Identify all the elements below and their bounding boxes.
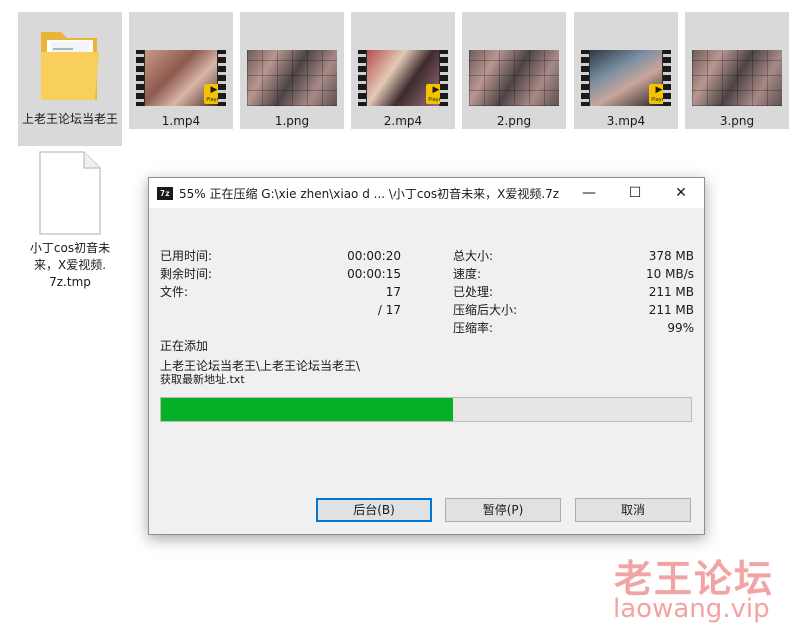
file-label: 3.png bbox=[719, 114, 755, 128]
7zip-app-icon: 7z bbox=[157, 186, 173, 200]
explorer-item-folder[interactable]: 上老王论坛当老王 bbox=[18, 12, 122, 146]
progress-bar bbox=[160, 397, 692, 422]
image-thumbnail bbox=[247, 50, 337, 106]
video-thumbnail: ▶ Player bbox=[581, 50, 671, 106]
progress-bar-fill bbox=[161, 398, 453, 421]
total-size-value: 378 MB bbox=[648, 249, 694, 263]
file-label: 2.mp4 bbox=[383, 114, 423, 128]
explorer-item-1-mp4[interactable]: ▶ Player 1.mp4 bbox=[129, 12, 233, 129]
explorer-item-1-png[interactable]: 1.png bbox=[240, 12, 344, 129]
files-total-value: / 17 bbox=[377, 303, 401, 317]
files-label: 文件: bbox=[160, 285, 189, 299]
file-label: 1.mp4 bbox=[161, 114, 201, 128]
compression-dialog: 7z 55% 正在压缩 G:\xie zhen\xiao d ... \小丁co… bbox=[148, 177, 705, 535]
explorer-item-3-png[interactable]: 3.png bbox=[685, 12, 789, 129]
image-thumbnail bbox=[469, 50, 559, 106]
close-button[interactable]: ✕ bbox=[658, 178, 704, 208]
image-thumbnail bbox=[692, 50, 782, 106]
processed-value: 211 MB bbox=[648, 285, 694, 299]
player-badge-icon: ▶ Player bbox=[204, 84, 224, 104]
compression-ratio-value: 99% bbox=[667, 321, 694, 335]
explorer-item-temp-file[interactable]: 小丁cos初音未 来，X爱视频. 7z.tmp bbox=[18, 150, 122, 291]
elapsed-time-label: 已用时间: bbox=[160, 249, 213, 263]
title-bar[interactable]: 7z 55% 正在压缩 G:\xie zhen\xiao d ... \小丁co… bbox=[149, 178, 704, 208]
explorer-item-2-png[interactable]: 2.png bbox=[462, 12, 566, 129]
file-label: 3.mp4 bbox=[606, 114, 646, 128]
dialog-content: 已用时间: 00:00:20 剩余时间: 00:00:15 文件: 17 / 1… bbox=[149, 208, 704, 535]
explorer-item-3-mp4[interactable]: ▶ Player 3.mp4 bbox=[574, 12, 678, 129]
blank-file-icon bbox=[39, 151, 101, 235]
file-label: 小丁cos初音未 来，X爱视频. 7z.tmp bbox=[29, 241, 111, 289]
elapsed-time-value: 00:00:20 bbox=[347, 249, 401, 263]
pause-button[interactable]: 暂停(P) bbox=[445, 498, 561, 522]
minimize-button[interactable]: — bbox=[566, 178, 612, 208]
current-file-path: 上老王论坛当老王\上老王论坛当老王\ bbox=[160, 359, 361, 373]
speed-label: 速度: bbox=[453, 267, 482, 281]
video-thumbnail: ▶ Player bbox=[358, 50, 448, 106]
background-button[interactable]: 后台(B) bbox=[316, 498, 432, 522]
cancel-button[interactable]: 取消 bbox=[575, 498, 691, 522]
compressed-size-label: 压缩后大小: bbox=[453, 303, 518, 317]
folder-icon bbox=[41, 32, 99, 100]
explorer-item-2-mp4[interactable]: ▶ Player 2.mp4 bbox=[351, 12, 455, 129]
processed-label: 已处理: bbox=[453, 285, 494, 299]
total-size-label: 总大小: bbox=[453, 249, 494, 263]
status-title: 正在添加 bbox=[160, 339, 209, 353]
files-count-value: 17 bbox=[385, 285, 401, 299]
speed-value: 10 MB/s bbox=[646, 267, 694, 281]
file-label: 1.png bbox=[274, 114, 310, 128]
remaining-time-value: 00:00:15 bbox=[347, 267, 401, 281]
remaining-time-label: 剩余时间: bbox=[160, 267, 213, 281]
current-file-name: 获取最新地址.txt bbox=[160, 373, 245, 386]
compression-ratio-label: 压缩率: bbox=[453, 321, 494, 335]
window-title: 55% 正在压缩 G:\xie zhen\xiao d ... \小丁cos初音… bbox=[179, 186, 560, 201]
compressed-size-value: 211 MB bbox=[648, 303, 694, 317]
player-badge-icon: ▶ Player bbox=[426, 84, 446, 104]
folder-label: 上老王论坛当老王 bbox=[22, 112, 119, 126]
maximize-button[interactable]: ☐ bbox=[612, 178, 658, 208]
watermark-url: laowang.vip bbox=[613, 594, 770, 624]
video-thumbnail: ▶ Player bbox=[136, 50, 226, 106]
player-badge-icon: ▶ Player bbox=[649, 84, 669, 104]
file-label: 2.png bbox=[496, 114, 532, 128]
